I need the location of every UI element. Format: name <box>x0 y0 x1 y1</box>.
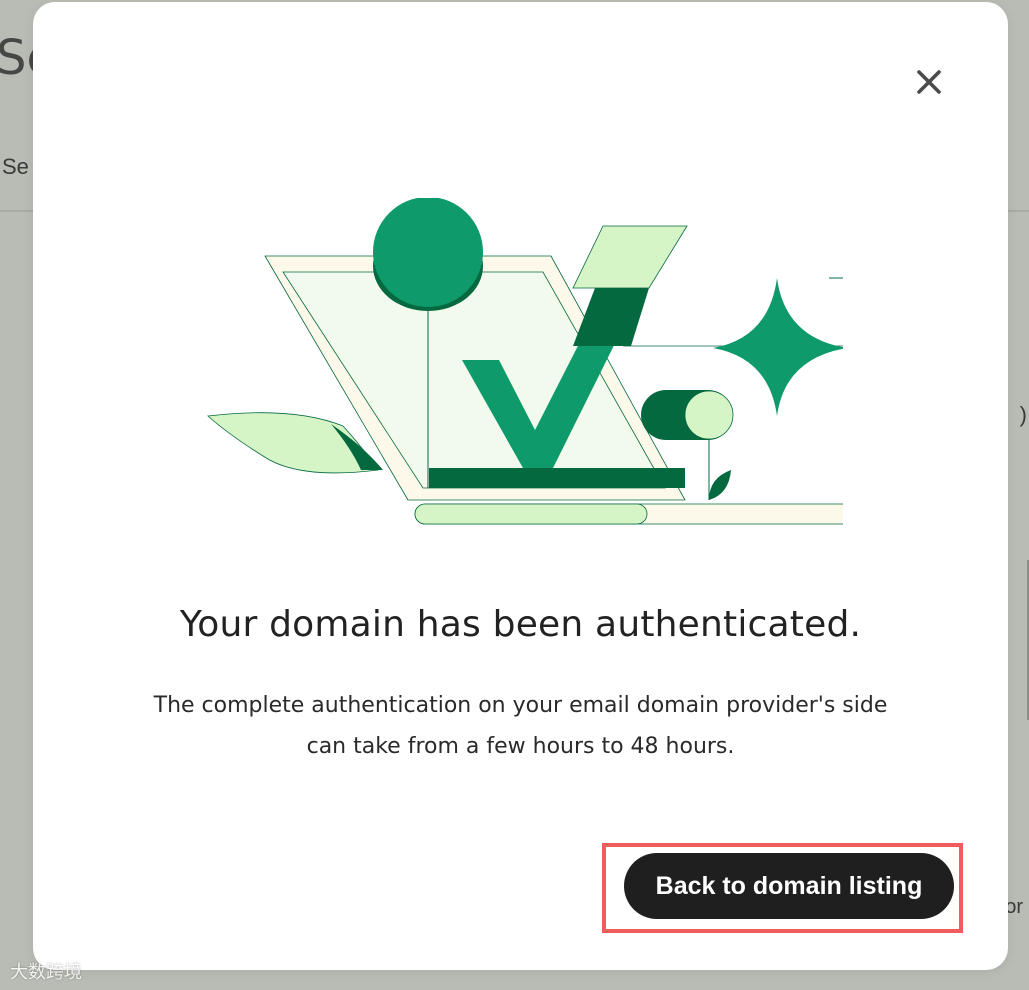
close-button[interactable] <box>909 62 949 102</box>
success-headline: Your domain has been authenticated. <box>179 604 862 645</box>
watermark-text: 大数跨境 <box>10 962 82 983</box>
success-description: The complete authentication on your emai… <box>93 685 948 767</box>
description-line: can take from a few hours to 48 hours. <box>306 734 735 759</box>
domain-authenticated-illustration <box>207 198 843 525</box>
domain-authenticated-modal: Your domain has been authenticated. The … <box>33 2 1008 970</box>
description-line: The complete authentication on your emai… <box>153 693 888 718</box>
background-right-glyph: ) <box>1019 402 1027 427</box>
close-icon <box>917 70 941 94</box>
background-tab: Se <box>2 154 29 179</box>
back-to-domain-listing-button[interactable]: Back to domain listing <box>624 853 954 919</box>
